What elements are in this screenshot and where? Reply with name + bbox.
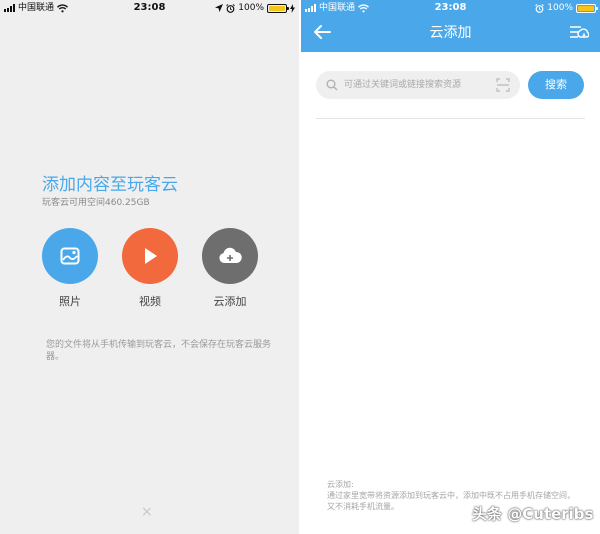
add-content-screen: 中国联通 23:08 100% 添加内容至玩客云 玩客云可用空间460.25GB… [0,0,299,534]
photo-icon [60,247,80,265]
photo-label: 照片 [59,295,81,308]
header-title: 云添加 [429,25,472,41]
available-space: 玩客云可用空间460.25GB [42,198,150,208]
photo-circle [42,228,98,284]
search-placeholder: 可通过关键词或链接搜索资源 [344,80,462,90]
cloud-add-note-title: 云添加: [327,480,354,489]
cloud-add-circle [202,228,258,284]
scan-icon[interactable] [496,78,510,92]
watermark: 头条 @Cuteribs [472,505,594,523]
transfer-note: 您的文件将从手机传输到玩客云，不会保存在玩客云服务器。 [46,340,272,362]
alarm-icon [226,3,236,13]
divider-line [316,118,585,119]
battery-icon [576,3,598,13]
header-bar: 中国联通 23:08 100% 云添加 [301,0,600,52]
alarm-icon [535,3,545,13]
close-icon[interactable]: × [141,505,153,519]
cloud-add-icon [219,247,242,263]
cloud-add-label: 云添加 [213,295,247,308]
location-arrow-icon [215,4,224,12]
video-button[interactable]: 视频 [122,228,178,309]
play-icon [145,248,157,264]
page-title: 添加内容至玩客云 [42,175,178,195]
video-circle [122,228,178,284]
video-label: 视频 [139,295,161,308]
charging-icon [290,3,295,13]
battery-percent: 100% [547,3,573,13]
search-button[interactable]: 搜索 [528,71,584,99]
photo-button[interactable]: 照片 [42,228,98,309]
search-input[interactable]: 可通过关键词或链接搜索资源 [316,71,520,99]
cloud-add-screen: 中国联通 23:08 100% 云添加 可通过关键词或链接搜索资源 搜索 云添加… [301,0,600,534]
search-icon [326,79,338,91]
status-bar: 中国联通 23:08 100% [0,0,299,16]
task-list-icon[interactable] [569,24,589,40]
battery-percent: 100% [238,3,264,13]
battery-icon [267,3,289,13]
cloud-add-button[interactable]: 云添加 [202,228,258,309]
status-bar: 中国联通 23:08 100% [301,0,600,16]
